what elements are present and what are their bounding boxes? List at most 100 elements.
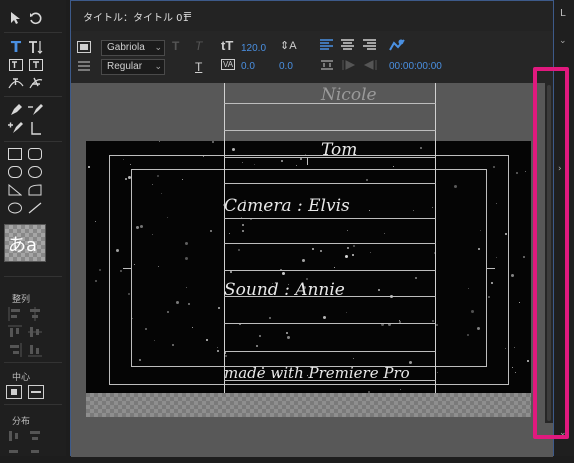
title-canvas[interactable]: Nicole Tom Camera : Elvis Sound : Annie … [71, 83, 553, 457]
rounded-rectangle-tool-icon[interactable] [25, 144, 45, 164]
credit-line-2: Tom [321, 140, 358, 160]
distribute-right-icon[interactable] [8, 444, 22, 454]
star-speck [526, 359, 529, 362]
chevron-down-icon[interactable]: ⌄ [559, 36, 567, 46]
credit-line-5: made with Premiere Pro [224, 364, 410, 382]
center-tick-left [123, 268, 131, 269]
font-size-value[interactable]: 120.0 [241, 43, 266, 54]
new-title-icon[interactable] [77, 41, 91, 56]
rotation-tool-icon[interactable] [26, 8, 46, 28]
vertical-type-tool-icon[interactable] [26, 37, 46, 57]
star-speck [522, 255, 525, 258]
star-speck [88, 165, 91, 168]
credit-line-3: Camera : Elvis [224, 196, 350, 216]
star-speck [513, 347, 515, 349]
text-row-line [224, 270, 436, 271]
align-top-icon[interactable] [8, 324, 22, 338]
path-type-tool-icon[interactable] [6, 73, 26, 93]
align-right-icon[interactable] [8, 342, 22, 357]
font-family-select[interactable]: Gabriola ⌄ [101, 40, 165, 56]
line-tool-icon[interactable] [25, 198, 45, 218]
selection-tool-icon[interactable] [6, 8, 26, 28]
star-speck [94, 220, 96, 222]
distribute-center-icon[interactable] [28, 428, 42, 442]
arc-tool-icon[interactable] [25, 180, 45, 200]
star-speck [525, 170, 527, 172]
previous-frame-icon[interactable] [363, 59, 377, 74]
star-speck [158, 141, 160, 143]
font-style-select[interactable]: Regular ⌄ [101, 59, 165, 75]
title-properties-toolbar: Gabriola ⌄ Regular ⌄ T T T tT 120.0 VA 0… [71, 31, 553, 83]
text-row-line [224, 183, 436, 184]
font-family-value: Gabriola [107, 42, 145, 53]
clipped-corner-rectangle-tool-icon[interactable] [5, 162, 25, 182]
align-horizontal-center-icon[interactable] [28, 306, 42, 321]
wedge-tool-icon[interactable] [5, 180, 25, 200]
italic-icon[interactable]: T [195, 39, 202, 53]
tab-stops-icon[interactable] [320, 59, 334, 74]
center-section-label: 中心 [11, 373, 30, 383]
center-vertical-icon[interactable] [28, 384, 44, 399]
play-background-icon[interactable] [342, 59, 356, 74]
align-right-text-icon[interactable] [363, 39, 376, 53]
highlight-annotation-frame [533, 67, 569, 439]
pen-tool-icon[interactable] [6, 100, 26, 120]
area-type-tool-icon[interactable] [6, 55, 26, 75]
roll-crawl-options-icon[interactable] [77, 60, 91, 75]
distribute-left-icon[interactable] [8, 428, 22, 442]
panel-menu-icon[interactable]: ≡ [183, 8, 192, 21]
ellipse-tool-icon[interactable] [5, 198, 25, 218]
add-anchor-point-tool-icon[interactable] [6, 118, 26, 138]
text-style-sample: あa [8, 235, 38, 256]
rounded-corner-rectangle-tool-icon[interactable] [25, 162, 45, 182]
star-speck [211, 141, 214, 143]
tab-title[interactable]: タイトル：タイトル 01 [83, 9, 189, 24]
star-speck [519, 301, 521, 303]
delete-anchor-point-tool-icon[interactable] [26, 100, 46, 120]
text-style-swatch[interactable]: あa [4, 224, 46, 262]
transparency-checkerboard [86, 393, 531, 417]
text-row-line [224, 130, 436, 131]
rectangle-tool-icon[interactable] [5, 144, 25, 164]
right-panel-label: L [560, 8, 566, 19]
star-speck [95, 279, 98, 282]
bold-icon[interactable]: T [172, 39, 179, 53]
chevron-down-icon: ⌄ [154, 61, 162, 71]
type-tool-icon[interactable]: T [6, 37, 26, 57]
underline-icon[interactable]: T [195, 60, 202, 74]
kerning-value[interactable]: 0.0 [241, 61, 255, 72]
credit-line-4: Sound : Annie [224, 280, 345, 300]
center-tick-right [487, 268, 495, 269]
text-row-line [224, 243, 436, 244]
kerning-icon: VA [221, 59, 236, 70]
distribute-spacing-icon[interactable] [28, 444, 42, 454]
background-timecode[interactable]: 00:00:00:00 [389, 61, 442, 72]
distribute-section-label: 分布 [11, 417, 30, 427]
star-speck [515, 172, 518, 175]
align-left-text-icon[interactable] [320, 39, 333, 53]
text-row-line [224, 323, 436, 324]
tools-panel: T あa 整列 中心 分布 [0, 0, 66, 456]
text-row-line [224, 218, 436, 219]
vertical-path-type-tool-icon[interactable] [26, 73, 46, 93]
align-center-text-icon[interactable] [341, 39, 354, 53]
star-speck [98, 269, 101, 272]
vertical-area-type-tool-icon[interactable] [26, 55, 46, 75]
convert-anchor-point-tool-icon[interactable] [26, 118, 46, 138]
credit-line-1: Nicole [321, 85, 377, 105]
align-section-label: 整列 [11, 295, 30, 305]
text-row-line [224, 351, 436, 352]
font-size-icon: tT [221, 38, 234, 53]
star-speck [511, 366, 513, 368]
show-background-video-icon[interactable] [389, 39, 405, 54]
star-speck [511, 273, 515, 277]
font-style-value: Regular [107, 61, 143, 72]
title-designer-window: タイトル：タイトル 01 ≡ Gabriola ⌄ Regular ⌄ T T … [70, 0, 554, 457]
star-speck [514, 371, 516, 373]
tracking-value[interactable]: 0.0 [279, 61, 293, 72]
align-bottom-icon[interactable] [28, 342, 42, 357]
tab-bar: タイトル：タイトル 01 ≡ [71, 1, 553, 31]
center-horizontal-icon[interactable] [6, 384, 22, 399]
align-vertical-center-icon[interactable] [28, 324, 42, 338]
align-left-icon[interactable] [8, 306, 22, 321]
